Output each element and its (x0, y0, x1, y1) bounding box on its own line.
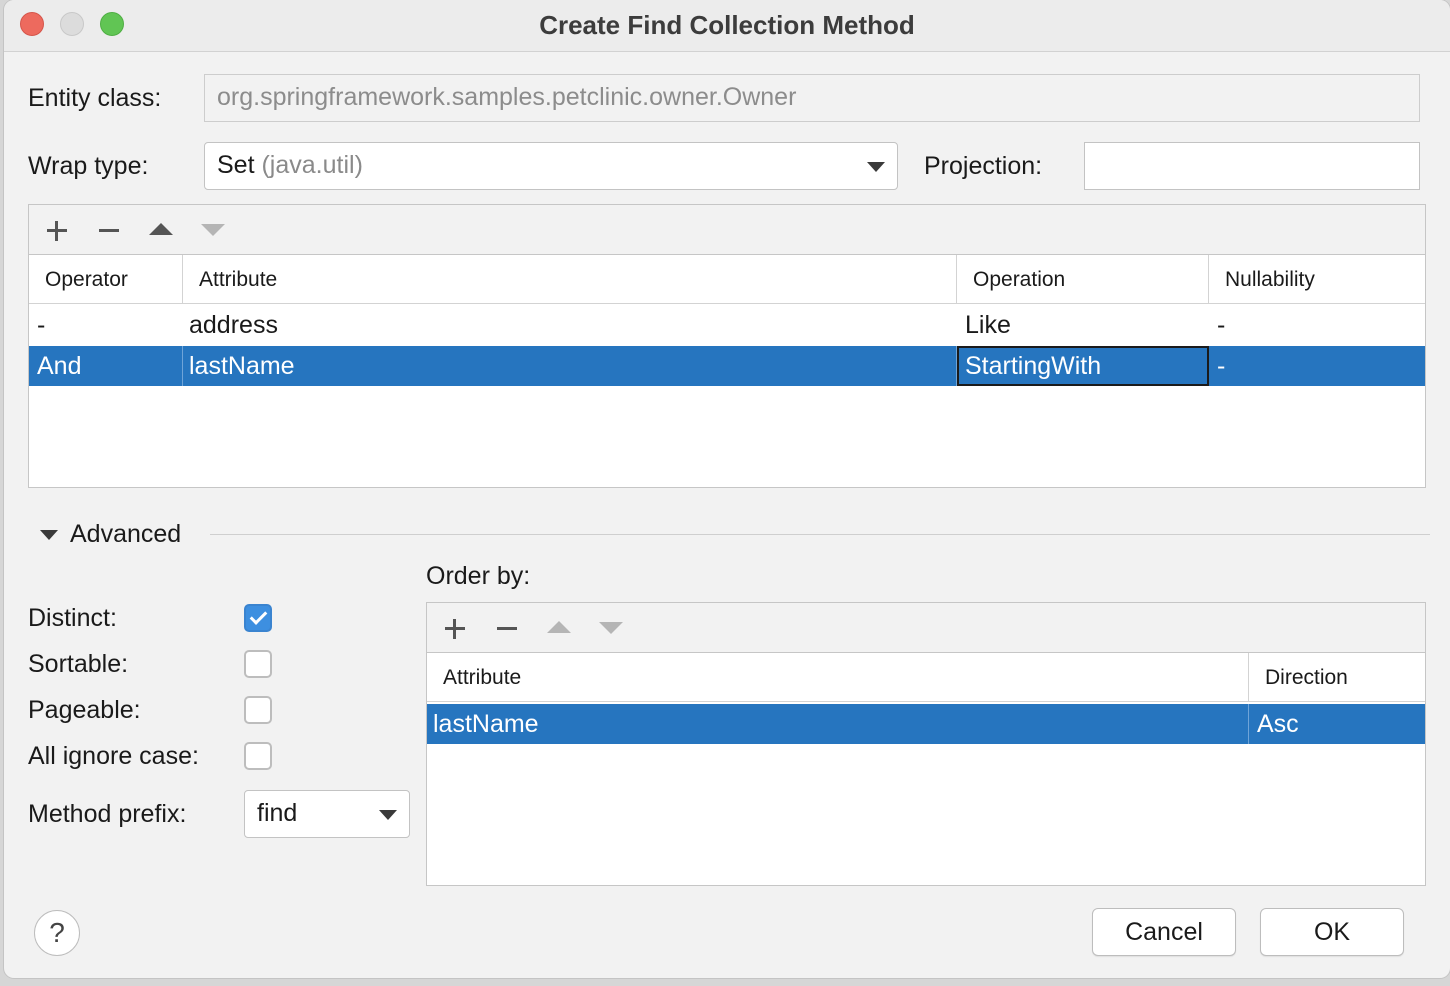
all-ignore-case-checkbox[interactable] (244, 742, 272, 770)
add-order-button[interactable] (439, 613, 471, 643)
move-down-button[interactable] (595, 613, 627, 643)
remove-condition-button[interactable] (93, 215, 125, 245)
disclosure-triangle-icon[interactable] (40, 530, 58, 540)
attribute-cell[interactable]: lastName (427, 704, 1249, 744)
ok-button[interactable]: OK (1260, 908, 1404, 956)
nullability-cell[interactable]: - (1209, 346, 1425, 386)
operator-cell[interactable]: - (29, 305, 183, 345)
column-header-attribute[interactable]: Attribute (183, 255, 957, 304)
operation-cell-editing[interactable]: StartingWith (957, 346, 1209, 386)
dialog-title: Create Find Collection Method (539, 10, 915, 40)
checkmark-icon (249, 607, 268, 625)
title-bar: Create Find Collection Method (4, 0, 1450, 52)
arrow-down-icon (599, 622, 623, 634)
add-condition-button[interactable] (41, 215, 73, 245)
table-row[interactable]: - address Like - (29, 305, 1425, 345)
column-header-nullability[interactable]: Nullability (1209, 255, 1425, 304)
sortable-checkbox[interactable] (244, 650, 272, 678)
entity-class-label: Entity class: (28, 84, 162, 112)
pageable-checkbox[interactable] (244, 696, 272, 724)
help-button[interactable]: ? (34, 910, 80, 956)
entity-class-value: org.springframework.samples.petclinic.ow… (217, 83, 797, 111)
method-prefix-value: find (257, 799, 298, 827)
order-by-table: Attribute Direction lastName Asc (426, 602, 1426, 886)
chevron-down-icon (867, 162, 885, 172)
projection-label: Projection: (924, 152, 1043, 180)
operation-cell[interactable]: Like (957, 305, 1209, 345)
column-header-direction[interactable]: Direction (1249, 653, 1425, 702)
method-prefix-select[interactable]: find (244, 790, 410, 838)
minus-icon (497, 627, 517, 630)
plus-icon (55, 221, 58, 241)
wrap-type-package: (java.util) (261, 151, 363, 179)
section-divider (210, 534, 1430, 535)
all-ignore-case-label: All ignore case: (28, 742, 199, 770)
cancel-button[interactable]: Cancel (1092, 908, 1236, 956)
order-by-toolbar (427, 603, 1425, 653)
dialog-window: Create Find Collection Method Entity cla… (4, 0, 1450, 978)
arrow-up-icon (149, 223, 173, 235)
distinct-label: Distinct: (28, 604, 117, 632)
column-header-operation[interactable]: Operation (957, 255, 1209, 304)
pageable-label: Pageable: (28, 696, 141, 724)
sortable-label: Sortable: (28, 650, 129, 678)
arrow-up-icon (547, 621, 571, 633)
nullability-cell[interactable]: - (1209, 305, 1425, 345)
arrow-down-icon (201, 224, 225, 236)
distinct-checkbox[interactable] (244, 604, 272, 632)
wrap-type-label: Wrap type: (28, 152, 149, 180)
minus-icon (99, 229, 119, 232)
projection-input[interactable] (1084, 142, 1420, 190)
column-header-attribute[interactable]: Attribute (427, 653, 1249, 702)
column-header-operator[interactable]: Operator (29, 255, 183, 304)
operator-cell[interactable]: And (29, 346, 183, 386)
advanced-section-toggle[interactable]: Advanced (70, 520, 181, 549)
attribute-cell[interactable]: lastName (183, 346, 957, 386)
method-prefix-label: Method prefix: (28, 800, 187, 828)
move-down-button[interactable] (197, 215, 229, 245)
chevron-down-icon (379, 810, 397, 820)
attribute-cell[interactable]: address (183, 305, 957, 345)
conditions-toolbar (29, 205, 1425, 255)
move-up-button[interactable] (145, 215, 177, 245)
plus-icon (453, 619, 456, 639)
table-row-selected[interactable]: And lastName StartingWith - (29, 346, 1425, 386)
table-row-selected[interactable]: lastName Asc (427, 704, 1425, 744)
table-header: Attribute Direction (427, 653, 1425, 702)
order-by-label: Order by: (426, 562, 531, 590)
wrap-type-value: Set (217, 151, 255, 179)
direction-cell[interactable]: Asc (1249, 704, 1425, 744)
move-up-button[interactable] (543, 613, 575, 643)
entity-class-field: org.springframework.samples.petclinic.ow… (204, 74, 1420, 122)
wrap-type-select[interactable]: Set (java.util) (204, 142, 898, 190)
remove-order-button[interactable] (491, 613, 523, 643)
conditions-table: Operator Attribute Operation Nullability… (28, 204, 1426, 488)
table-header: Operator Attribute Operation Nullability (29, 255, 1425, 304)
